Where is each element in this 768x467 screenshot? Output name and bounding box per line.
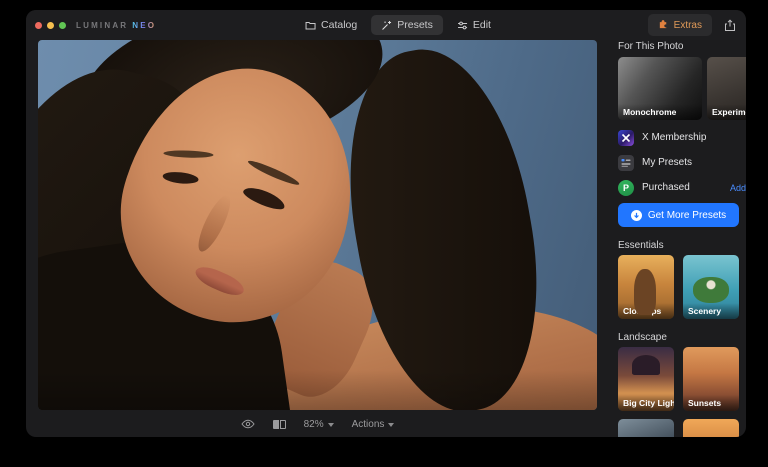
chevron-down-icon [328, 423, 334, 427]
tab-label: Catalog [321, 19, 357, 31]
portrait-photo [38, 40, 597, 410]
experimental-preset-thumbnail[interactable]: Experimental [707, 57, 746, 120]
my-presets-icon [618, 155, 634, 171]
landscape-row: Big City Lights Sunsets [618, 347, 746, 411]
big-city-lights-preset-thumbnail[interactable]: Big City Lights [618, 347, 674, 411]
preset-label: Scenery [683, 303, 739, 319]
tab-edit[interactable]: Edit [447, 15, 501, 35]
essentials-heading: Essentials [618, 241, 746, 251]
landscape-heading: Landscape [618, 333, 746, 343]
sliders-icon [457, 20, 468, 31]
tab-presets[interactable]: Presets [371, 15, 443, 35]
photo-canvas[interactable] [38, 40, 597, 410]
window-controls [35, 22, 66, 29]
actions-dropdown[interactable]: Actions [352, 419, 395, 430]
collection-label: My Presets [642, 157, 692, 168]
monochrome-preset-thumbnail[interactable]: Monochrome [618, 57, 702, 120]
collection-label: Purchased [642, 182, 690, 193]
sunset-mountains-preset-thumbnail[interactable] [683, 419, 739, 437]
compare-button[interactable] [273, 420, 286, 429]
canvas-toolbar: 82% Actions [38, 415, 597, 433]
essentials-row: Closeups Scenery [618, 255, 746, 319]
preset-label: Monochrome [618, 104, 702, 120]
sunsets-preset-thumbnail[interactable]: Sunsets [683, 347, 739, 411]
titlebar: LUMINAR NEO Catalog Presets [26, 10, 746, 40]
get-more-presets-button[interactable]: Get More Presets [618, 203, 739, 227]
preset-label: Closeups [618, 303, 674, 319]
wand-icon [381, 20, 392, 31]
chevron-down-icon [388, 423, 394, 427]
puzzle-icon [658, 18, 669, 32]
closeups-preset-thumbnail[interactable]: Closeups [618, 255, 674, 319]
collection-label: X Membership [642, 132, 706, 143]
purchased-icon: P [618, 180, 634, 196]
for-this-photo-heading: For This Photo [618, 42, 746, 52]
x-membership-icon [618, 130, 634, 146]
x-membership-row[interactable]: X Membership [618, 125, 746, 150]
minimize-window-button[interactable] [47, 22, 54, 29]
logo-primary: LUMINAR [76, 21, 128, 30]
landscape-row-2 [618, 419, 746, 437]
extras-label: Extras [674, 20, 702, 31]
my-presets-row[interactable]: My Presets [618, 150, 746, 175]
titlebar-right-group: Extras [648, 10, 736, 40]
tab-catalog[interactable]: Catalog [295, 15, 367, 35]
app-logo: LUMINAR NEO [76, 21, 156, 30]
preset-label: Sunsets [683, 395, 739, 411]
presets-sidebar: For This Photo Monochrome Experimental X… [618, 40, 746, 437]
actions-label: Actions [352, 419, 385, 430]
zoom-window-button[interactable] [59, 22, 66, 29]
download-circle-icon [631, 210, 642, 221]
zoom-level-dropdown[interactable]: 82% [304, 419, 334, 430]
close-window-button[interactable] [35, 22, 42, 29]
preset-collections-list: X Membership My Presets P Purchased Add [618, 125, 746, 200]
for-this-photo-row: Monochrome Experimental [618, 57, 746, 120]
photo-fade [38, 370, 597, 410]
app-window: LUMINAR NEO Catalog Presets [26, 10, 746, 437]
add-link[interactable]: Add [730, 183, 746, 193]
purchased-row[interactable]: P Purchased Add [618, 175, 746, 200]
main-tabs: Catalog Presets Edit [295, 10, 501, 40]
folder-icon [305, 20, 316, 31]
storm-preset-thumbnail[interactable] [618, 419, 674, 437]
preset-label: Experimental [707, 104, 746, 120]
tab-label: Presets [397, 19, 433, 31]
preview-eye-button[interactable] [241, 419, 255, 429]
extras-button[interactable]: Extras [648, 14, 712, 36]
scenery-preset-thumbnail[interactable]: Scenery [683, 255, 739, 319]
logo-accent: NEO [132, 21, 156, 30]
tab-label: Edit [473, 19, 491, 31]
get-more-presets-label: Get More Presets [648, 210, 726, 221]
zoom-level-value: 82% [304, 419, 324, 430]
preset-label: Big City Lights [618, 395, 674, 411]
share-icon[interactable] [724, 19, 736, 32]
